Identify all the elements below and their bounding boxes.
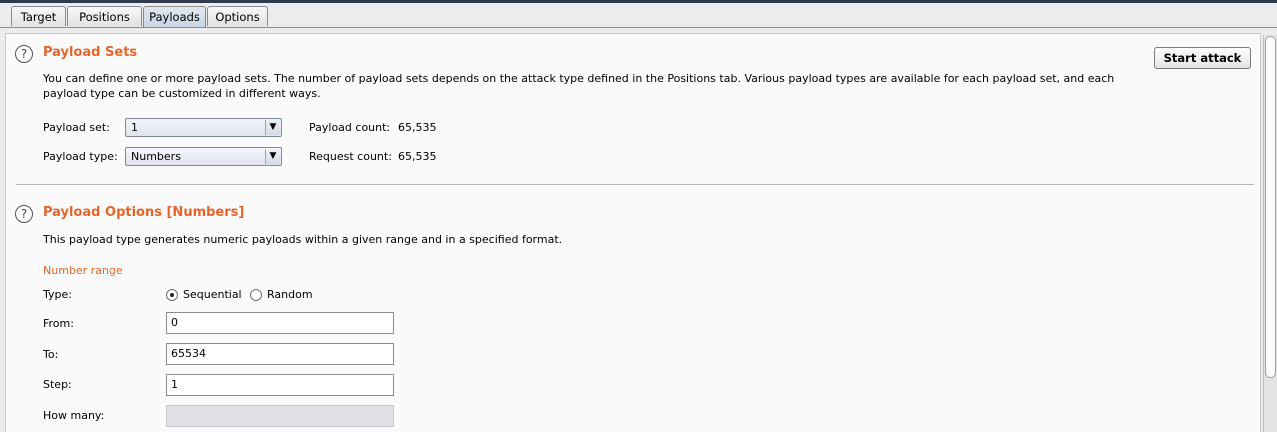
request-count-label: Request count: [309, 150, 392, 163]
payload-set-label: Payload set: [43, 121, 110, 134]
type-label: Type: [43, 288, 72, 301]
tab-options[interactable]: Options [207, 6, 268, 26]
to-label: To: [43, 348, 59, 361]
payload-count-value: 65,535 [398, 121, 437, 134]
start-attack-button[interactable]: Start attack [1154, 47, 1251, 69]
payload-options-title: Payload Options [Numbers] [43, 205, 245, 220]
help-icon[interactable]: ? [15, 45, 33, 63]
payload-sets-title: Payload Sets [43, 45, 138, 60]
tab-positions[interactable]: Positions [67, 6, 142, 26]
from-field[interactable]: 0 [166, 312, 394, 334]
tab-bar-baseline [0, 27, 1277, 28]
request-count-value: 65,535 [398, 150, 437, 163]
payload-set-select[interactable]: 1 ▼ [125, 118, 282, 137]
step-label: Step: [43, 378, 72, 391]
chevron-down-icon[interactable]: ▼ [265, 120, 280, 135]
random-radio[interactable] [250, 289, 262, 301]
help-icon[interactable]: ? [15, 205, 33, 223]
sequential-label[interactable]: Sequential [183, 288, 242, 301]
step-field[interactable]: 1 [166, 374, 394, 396]
scrollbar-thumb[interactable] [1265, 36, 1276, 378]
window-top-border [0, 0, 1277, 3]
from-label: From: [43, 317, 74, 330]
sequential-radio[interactable] [166, 289, 178, 301]
chevron-down-icon[interactable]: ▼ [265, 149, 280, 164]
to-field[interactable]: 65534 [166, 343, 394, 365]
section-divider [16, 184, 1254, 185]
payload-sets-description-line2: payload type can be customized in differ… [43, 87, 321, 100]
how-many-label: How many: [43, 409, 105, 422]
payload-type-value: Numbers [131, 150, 181, 163]
payload-sets-description-line1: You can define one or more payload sets.… [43, 72, 1115, 85]
payload-options-description: This payload type generates numeric payl… [43, 233, 563, 246]
how-many-field [166, 405, 394, 427]
payload-count-label: Payload count: [309, 121, 391, 134]
random-label[interactable]: Random [267, 288, 313, 301]
tab-payloads[interactable]: Payloads [143, 6, 206, 28]
payload-type-label: Payload type: [43, 150, 118, 163]
payload-type-select[interactable]: Numbers ▼ [125, 147, 282, 166]
tab-target[interactable]: Target [11, 6, 66, 26]
number-range-heading: Number range [43, 264, 123, 277]
payload-set-value: 1 [131, 121, 138, 134]
